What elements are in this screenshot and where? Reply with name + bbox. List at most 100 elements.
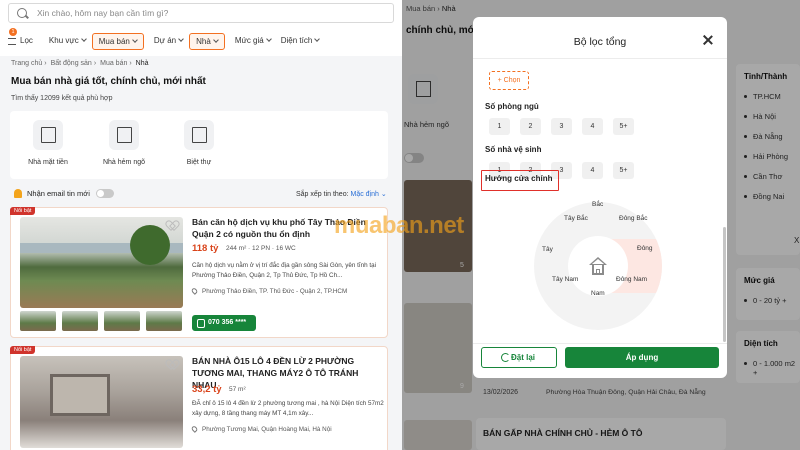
chevron-down-icon — [178, 35, 184, 42]
category-alley-house[interactable]: Nhà hẻm ngõ — [89, 120, 159, 166]
bell-icon — [14, 189, 22, 198]
bedrooms-label: Số phòng ngủ — [485, 102, 539, 111]
watermark-logo: muaban.net — [334, 212, 464, 239]
listing-address: Phường Thảo Điền, TP. Thủ Đức - Quận 2, … — [190, 287, 347, 295]
breadcrumb-link[interactable]: Trang chủ — [11, 60, 42, 67]
listing-price: 33,2 tỷ — [192, 384, 222, 395]
location-pin-icon — [190, 287, 199, 295]
filter-modal: Bộ lọc tổng + Chọn Số phòng ngủ 1 2 3 4 … — [473, 17, 727, 378]
filter-count-badge: 1 — [9, 27, 17, 36]
reset-button[interactable]: Đặt lại — [481, 347, 557, 368]
bedroom-option[interactable]: 2 — [520, 118, 541, 135]
alley-house-icon — [109, 120, 139, 150]
bedrooms-options: 1 2 3 4 5+ — [489, 118, 644, 135]
direction-west[interactable]: Tây — [542, 246, 553, 253]
filter-chip-price[interactable]: Mức giá — [231, 33, 275, 50]
category-storefront[interactable]: Nhà mặt tiền — [13, 120, 83, 166]
breadcrumb-link[interactable]: Mua bán — [100, 60, 127, 67]
direction-southeast[interactable]: Đông Nam — [616, 276, 647, 283]
featured-badge: Nổi bật — [10, 207, 36, 215]
modal-scrollbar[interactable] — [723, 227, 726, 342]
thumbnail[interactable] — [62, 311, 98, 331]
filter-chip-project[interactable]: Dự án — [150, 33, 187, 50]
phone-button[interactable]: 070 356 **** — [192, 315, 256, 331]
search-placeholder: Xin chào, hôm nay bạn cần tìm gì? — [37, 8, 169, 18]
bathroom-option[interactable]: 5+ — [613, 162, 634, 179]
category-panel: Nhà mặt tiền Nhà hẻm ngõ Biệt thự — [10, 111, 388, 179]
villa-icon — [184, 120, 214, 150]
direction-east[interactable]: Đông — [637, 245, 653, 252]
direction-north[interactable]: Bắc — [592, 201, 603, 208]
thumbnail[interactable] — [20, 311, 56, 331]
modal-title: Bộ lọc tổng — [573, 36, 627, 48]
choose-button[interactable]: + Chọn — [489, 71, 529, 90]
filter-button[interactable]: 1 Lọc — [6, 27, 39, 50]
listing-meta: 57 m² — [229, 386, 246, 393]
bathrooms-label: Số nhà vệ sinh — [485, 145, 542, 154]
chevron-down-icon — [314, 35, 321, 42]
house-icon — [588, 257, 608, 277]
modal-header: Bộ lọc tổng — [473, 17, 727, 59]
listing-meta: 244 m² · 12 PN · 16 WC — [226, 245, 296, 252]
bedroom-option[interactable]: 1 — [489, 118, 510, 135]
heart-icon[interactable] — [167, 360, 176, 368]
category-label: Nhà hẻm ngõ — [102, 159, 146, 166]
sort-control[interactable]: Sắp xếp tin theo: Mặc định ⌄ — [296, 190, 387, 198]
listing-card[interactable]: Nổi bật BÁN NHÀ Ô15 LÔ 4 ĐỀN LỪ 2 PHƯỜNG… — [10, 346, 388, 450]
top-bar: Xin chào, hôm nay bạn cần tìm gì? 1 Lọc … — [0, 0, 402, 56]
breadcrumb: Trang chủ › Bất động sản › Mua bán › Nhà — [11, 60, 149, 67]
listing-card[interactable]: Nổi bật Bán căn hộ dịch vụ khu phố Tây T… — [10, 207, 388, 338]
breadcrumb-link[interactable]: Bất động sản — [51, 60, 92, 67]
listing-price: 118 tỷ — [192, 243, 219, 254]
listing-description: ĐÃ chỉ ô 15 lô 4 đền lừ 2 phường tương m… — [192, 400, 384, 417]
filter-chip-transaction[interactable]: Mua bán — [91, 32, 144, 50]
chevron-down-icon — [212, 36, 219, 43]
filter-bar: 1 Lọc Khu vực Mua bán Dự án Nhà Mức giá … — [6, 27, 325, 51]
listing-photo[interactable] — [20, 356, 183, 448]
sort-label: Sắp xếp tin theo: — [296, 191, 349, 198]
email-alert-label: Nhận email tin mới — [27, 189, 90, 198]
search-icon — [17, 8, 27, 18]
category-villa[interactable]: Biệt thự — [164, 120, 234, 166]
email-alert: Nhận email tin mới — [14, 189, 114, 198]
listing-photo[interactable] — [20, 217, 183, 308]
heart-icon[interactable] — [167, 221, 176, 229]
direction-south[interactable]: Nam — [591, 290, 605, 297]
location-pin-icon — [190, 425, 199, 433]
direction-label: Hướng cửa chính — [485, 174, 553, 183]
close-icon[interactable] — [702, 34, 714, 46]
category-label: Biệt thự — [186, 159, 212, 166]
modal-body: + Chọn Số phòng ngủ 1 2 3 4 5+ Số nhà vệ… — [473, 59, 727, 343]
chevron-down-icon — [132, 36, 138, 43]
featured-badge: Nổi bật — [10, 346, 36, 354]
filter-chip-area[interactable]: Khu vực — [45, 33, 90, 50]
apply-button[interactable]: Áp dụng — [565, 347, 719, 368]
chevron-down-icon — [265, 35, 272, 42]
filter-icon — [8, 37, 16, 45]
bedroom-option[interactable]: 5+ — [613, 118, 634, 135]
category-label: Nhà mặt tiền — [28, 159, 68, 166]
filter-chip-property-type[interactable]: Nhà — [189, 32, 225, 50]
result-count: Tìm thấy 12099 kết quả phù hợp — [11, 95, 113, 102]
chevron-down-icon — [80, 35, 87, 42]
breadcrumb-current: Nhà — [135, 60, 149, 67]
bedroom-option[interactable]: 4 — [582, 118, 603, 135]
thumbnail[interactable] — [146, 311, 182, 331]
search-input[interactable]: Xin chào, hôm nay bạn cần tìm gì? — [8, 3, 394, 23]
chevron-down-icon: ⌄ — [380, 191, 387, 198]
bedroom-option[interactable]: 3 — [551, 118, 572, 135]
direction-northeast[interactable]: Đông Bắc — [619, 215, 648, 222]
thumbnail[interactable] — [104, 311, 140, 331]
storefront-icon — [33, 120, 63, 150]
direction-northwest[interactable]: Tây Bắc — [564, 215, 588, 222]
email-alert-toggle[interactable] — [95, 189, 114, 198]
listing-address: Phường Tương Mai, Quận Hoàng Mai, Hà Nội — [190, 425, 332, 433]
refresh-icon — [501, 353, 510, 362]
page-title: Mua bán nhà giá tốt, chính chủ, mới nhất — [11, 76, 206, 87]
filter-chip-size[interactable]: Diện tích — [277, 33, 324, 50]
direction-southwest[interactable]: Tây Nam — [552, 276, 578, 283]
photo-thumbnails — [20, 311, 188, 331]
listing-description: Căn hộ dịch vụ nằm ở vị trí đắc địa gần … — [192, 262, 377, 279]
bathroom-option[interactable]: 4 — [582, 162, 603, 179]
sort-value[interactable]: Mặc định — [351, 191, 379, 198]
